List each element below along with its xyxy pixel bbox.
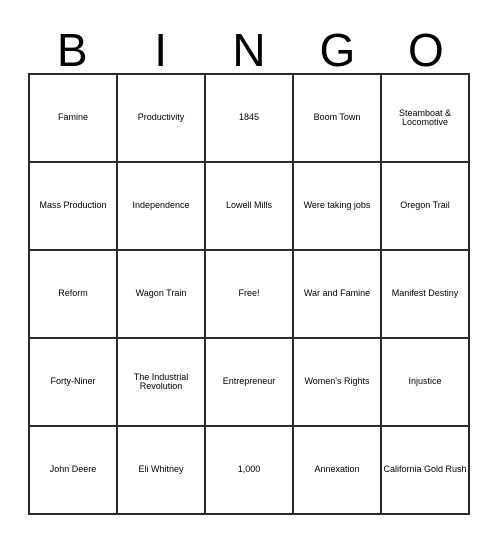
- bingo-cell[interactable]: Steamboat & Locomotive: [382, 75, 470, 163]
- bingo-cell[interactable]: John Deere: [30, 427, 118, 515]
- bingo-cell-label: 1,000: [237, 464, 261, 475]
- bingo-cell-label: War and Famine: [303, 288, 371, 299]
- bingo-grid: Famine Productivity 1845 Boom Town Steam…: [28, 73, 470, 515]
- bingo-cell-label: Were taking jobs: [303, 200, 371, 211]
- bingo-cell[interactable]: Reform: [30, 251, 118, 339]
- bingo-cell-label: Famine: [57, 112, 88, 123]
- bingo-card: B I N G O Famine Productivity 1845 Boom …: [0, 0, 500, 544]
- bingo-cell[interactable]: Lowell Mills: [206, 163, 294, 251]
- bingo-cell-label: California Gold Rush: [383, 464, 467, 475]
- bingo-cell[interactable]: Wagon Train: [118, 251, 206, 339]
- bingo-cell-label: John Deere: [49, 464, 97, 475]
- bingo-cell-label: Women's Rights: [304, 376, 370, 387]
- bingo-cell-label: Steamboat & Locomotive: [398, 107, 452, 127]
- bingo-cell[interactable]: Eli Whitney: [118, 427, 206, 515]
- bingo-free-cell[interactable]: Free!: [206, 251, 294, 339]
- bingo-cell-label: Productivity: [137, 112, 185, 123]
- bingo-cell[interactable]: Mass Production: [30, 163, 118, 251]
- header-letter-b: B: [56, 24, 88, 76]
- bingo-cell[interactable]: Women's Rights: [294, 339, 382, 427]
- bingo-cell-label: The Industrial Revolution: [133, 371, 189, 391]
- bingo-cell-label: Injustice: [408, 376, 442, 387]
- bingo-header: B I N G O: [28, 22, 470, 73]
- bingo-cell-label: Boom Town: [313, 112, 361, 123]
- bingo-cell[interactable]: California Gold Rush: [382, 427, 470, 515]
- bingo-cell-label: Wagon Train: [135, 288, 187, 299]
- bingo-cell[interactable]: 1845: [206, 75, 294, 163]
- bingo-cell-label: Forty-Niner: [50, 376, 96, 387]
- bingo-cell-label: Reform: [58, 288, 88, 299]
- bingo-cell-label: Eli Whitney: [138, 464, 184, 475]
- bingo-cell-label: Free!: [238, 288, 260, 299]
- bingo-cell[interactable]: Forty-Niner: [30, 339, 118, 427]
- bingo-cell[interactable]: War and Famine: [294, 251, 382, 339]
- bingo-cell[interactable]: Oregon Trail: [382, 163, 470, 251]
- bingo-cell[interactable]: Annexation: [294, 427, 382, 515]
- bingo-cell-label: Mass Production: [39, 200, 107, 211]
- bingo-cell[interactable]: Were taking jobs: [294, 163, 382, 251]
- bingo-cell-label: 1845: [238, 112, 260, 123]
- bingo-cell[interactable]: Independence: [118, 163, 206, 251]
- bingo-cell-label: Annexation: [314, 464, 360, 475]
- bingo-cell[interactable]: Injustice: [382, 339, 470, 427]
- header-letter-i: I: [154, 24, 167, 76]
- bingo-cell-label: Lowell Mills: [225, 200, 272, 211]
- bingo-cell[interactable]: Productivity: [118, 75, 206, 163]
- bingo-cell[interactable]: Famine: [30, 75, 118, 163]
- bingo-cell[interactable]: Manifest Destiny: [382, 251, 470, 339]
- bingo-cell-label: Oregon Trail: [400, 200, 450, 211]
- header-letter-n: N: [232, 24, 266, 76]
- header-letter-o: O: [407, 24, 444, 76]
- bingo-cell-label: Manifest Destiny: [391, 288, 459, 299]
- bingo-cell[interactable]: 1,000: [206, 427, 294, 515]
- bingo-cell[interactable]: The Industrial Revolution: [118, 339, 206, 427]
- header-letter-g: G: [319, 24, 356, 76]
- bingo-cell-label: Entrepreneur: [222, 376, 276, 387]
- bingo-cell-label: Independence: [132, 200, 190, 211]
- bingo-cell[interactable]: Entrepreneur: [206, 339, 294, 427]
- bingo-cell[interactable]: Boom Town: [294, 75, 382, 163]
